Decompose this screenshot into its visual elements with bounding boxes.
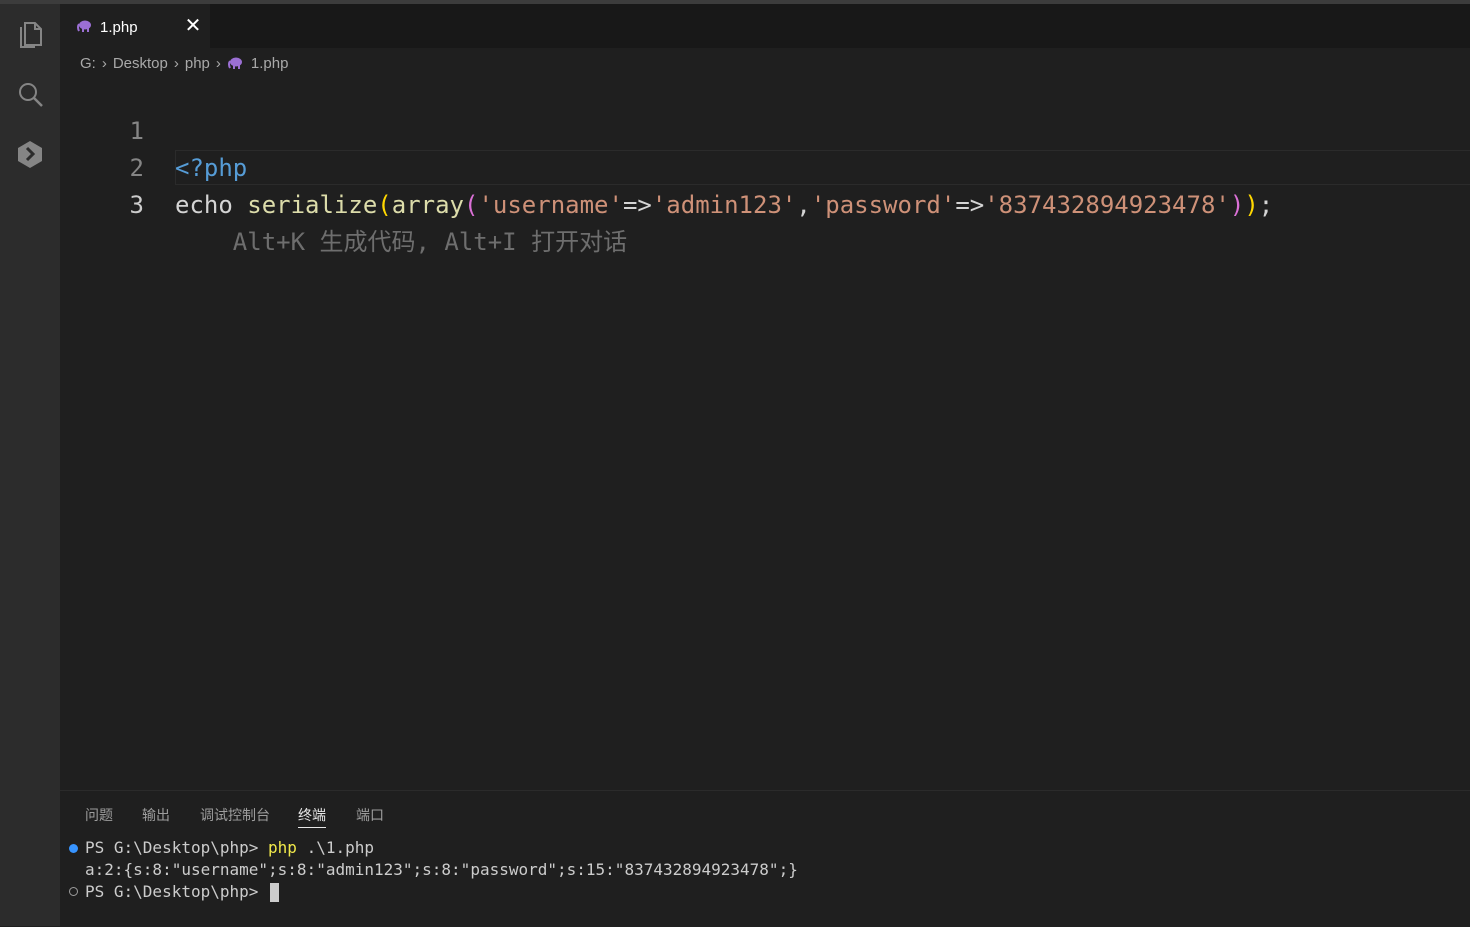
- code-line: 1 <?php: [60, 76, 1470, 182]
- breadcrumb-item-php[interactable]: php: [185, 55, 210, 72]
- tab-problems[interactable]: 问题: [85, 805, 113, 827]
- breadcrumb: G: › Desktop › php › 1.php: [80, 52, 288, 74]
- line-number: 3: [129, 191, 144, 219]
- extension-hexagon-icon[interactable]: [14, 138, 46, 170]
- token-string: '837432894923478': [984, 191, 1230, 219]
- tab-ports[interactable]: 端口: [356, 805, 384, 827]
- token-bracket: ): [1229, 191, 1245, 219]
- token-bracket: ): [1244, 191, 1259, 219]
- line-text: echo serialize(array('username'=>'admin1…: [175, 187, 1273, 224]
- token-operator: =>: [622, 191, 652, 219]
- command-success-dot-icon: [69, 844, 78, 853]
- terminal-prompt: PS G:\Desktop\php>: [85, 882, 269, 901]
- search-icon[interactable]: [14, 78, 46, 110]
- terminal-command-args: .\1.php: [296, 838, 374, 857]
- token-semicolon: ;: [1258, 191, 1274, 219]
- token-string: 'username': [478, 191, 623, 219]
- code-editor[interactable]: 1 <?php 2 echo serialize(array('username…: [60, 76, 1470, 790]
- token-keyword: echo: [175, 191, 248, 219]
- activity-bar: [0, 4, 60, 926]
- tab-terminal[interactable]: 终端: [298, 805, 326, 828]
- command-pending-dot-icon: [69, 887, 78, 896]
- code-line: 2 echo serialize(array('username'=>'admi…: [60, 113, 1470, 219]
- editor-area: 1.php ✕ G: › Desktop › php › 1.php 1 <?p…: [60, 4, 1470, 790]
- php-elephant-icon: [227, 57, 243, 69]
- terminal-prompt: PS G:\Desktop\php>: [85, 838, 269, 857]
- tab-output[interactable]: 输出: [142, 805, 170, 827]
- token-string: 'password': [810, 191, 956, 219]
- tab-debug-console[interactable]: 调试控制台: [200, 805, 270, 827]
- code-line: 3 Alt+K 生成代码, Alt+I 打开对话: [60, 150, 1470, 256]
- terminal-output: a:2:{s:8:"username";s:8:"admin123";s:8:"…: [85, 860, 798, 879]
- token-bracket: (: [464, 191, 479, 219]
- token-function: array: [391, 191, 464, 219]
- token-operator: =>: [955, 191, 985, 219]
- token-comma: ,: [796, 191, 811, 219]
- chevron-right-icon: ›: [215, 54, 221, 72]
- tab-1-php[interactable]: 1.php ✕: [60, 4, 210, 49]
- tab-label: 1.php: [100, 19, 138, 36]
- token-bracket: (: [377, 191, 392, 219]
- token-function: serialize: [247, 191, 378, 219]
- inline-ai-hint: Alt+K 生成代码, Alt+I 打开对话: [232, 228, 628, 256]
- terminal-command: php: [268, 838, 297, 857]
- line-text: Alt+K 生成代码, Alt+I 打开对话: [175, 224, 627, 261]
- tab-bar: 1.php ✕: [60, 4, 1470, 49]
- bottom-panel: 问题 输出 调试控制台 终端 端口 PS G:\Desktop\php> php…: [60, 790, 1470, 927]
- terminal-line: PS G:\Desktop\php>: [85, 881, 280, 903]
- terminal[interactable]: PS G:\Desktop\php> php .\1.php a:2:{s:8:…: [60, 837, 1470, 927]
- chevron-right-icon: ›: [173, 54, 179, 72]
- breadcrumb-item-desktop[interactable]: Desktop: [113, 55, 168, 72]
- close-icon[interactable]: ✕: [182, 15, 204, 37]
- breadcrumb-item-drive[interactable]: G:: [80, 55, 96, 72]
- terminal-cursor: [270, 883, 280, 902]
- terminal-line: PS G:\Desktop\php> php .\1.php: [85, 837, 374, 859]
- php-elephant-icon: [76, 19, 92, 37]
- chevron-right-icon: ›: [101, 54, 107, 72]
- breadcrumb-item-file[interactable]: 1.php: [251, 55, 289, 72]
- files-icon[interactable]: [14, 18, 46, 50]
- token-string: 'admin123': [651, 191, 797, 219]
